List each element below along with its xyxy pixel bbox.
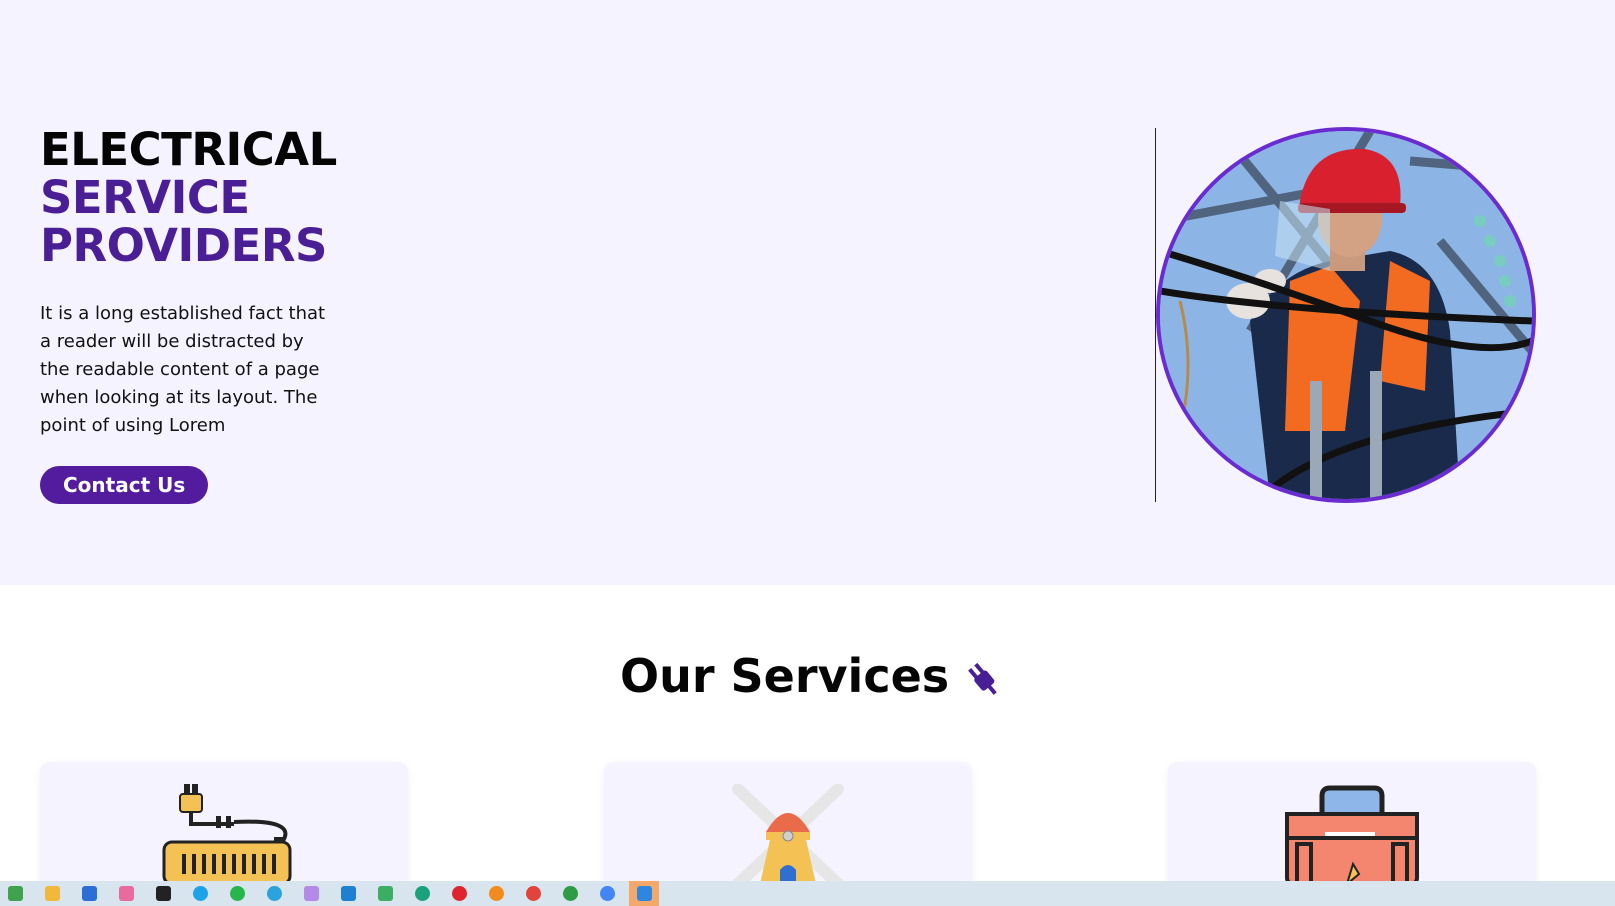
taskbar-chrome-2[interactable] <box>555 881 585 906</box>
app-icon <box>377 886 393 901</box>
app-icon <box>7 886 23 901</box>
plug-icon <box>963 656 1003 696</box>
taskbar <box>0 881 1615 906</box>
taskbar-app-3[interactable] <box>370 881 400 906</box>
taskbar-whatsapp[interactable] <box>222 881 252 906</box>
taskbar-photos[interactable] <box>629 881 659 906</box>
taskbar-edge[interactable] <box>407 881 437 906</box>
hero-title-line-3: PROVIDERS <box>40 219 327 272</box>
windmill-icon <box>728 783 848 890</box>
chrome-icon <box>599 886 615 901</box>
whatsapp-icon <box>229 886 245 901</box>
skype-icon <box>192 886 208 901</box>
toolbox-icon <box>1277 784 1427 888</box>
services-section: Our Services <box>0 585 1615 902</box>
chrome-icon <box>525 886 541 901</box>
taskbar-opera[interactable] <box>444 881 474 906</box>
hero-electrician-image <box>1156 127 1536 503</box>
page: ELECTRICAL SERVICE PROVIDERS It is a lon… <box>0 0 1615 906</box>
taskbar-vscode[interactable] <box>333 881 363 906</box>
paint-icon <box>118 886 134 901</box>
power-strip-icon <box>154 784 294 888</box>
edge-icon <box>414 886 430 901</box>
taskbar-firefox[interactable] <box>481 881 511 906</box>
hero-description: It is a long established fact that a rea… <box>40 303 326 436</box>
hero-title-line-2: SERVICE <box>40 171 250 224</box>
telegram-icon <box>266 886 282 901</box>
taskbar-chrome-3[interactable] <box>592 881 622 906</box>
taskbar-app-1[interactable] <box>0 881 30 906</box>
photos-icon <box>636 886 652 901</box>
services-heading: Our Services <box>620 649 1003 703</box>
taskbar-telegram[interactable] <box>259 881 289 906</box>
taskbar-paint[interactable] <box>111 881 141 906</box>
contact-us-button[interactable]: Contact Us <box>40 466 209 504</box>
taskbar-skype[interactable] <box>185 881 215 906</box>
chrome-icon <box>562 886 578 901</box>
taskbar-security[interactable] <box>148 881 178 906</box>
taskbar-file-explorer[interactable] <box>37 881 67 906</box>
vscode-icon <box>340 886 356 901</box>
app-icon <box>303 886 319 901</box>
taskbar-chrome-1[interactable] <box>518 881 548 906</box>
security-icon <box>155 886 171 901</box>
electrician-illustration <box>1160 131 1532 499</box>
file-explorer-icon <box>44 886 60 901</box>
hero-content: ELECTRICAL SERVICE PROVIDERS It is a lon… <box>40 126 340 504</box>
store-icon <box>81 886 97 901</box>
hero-section: ELECTRICAL SERVICE PROVIDERS It is a lon… <box>0 0 1615 585</box>
firefox-icon <box>488 886 504 901</box>
services-heading-text: Our Services <box>620 649 950 703</box>
hero-title: ELECTRICAL SERVICE PROVIDERS <box>40 126 340 270</box>
opera-icon <box>451 886 467 901</box>
hero-title-line-1: ELECTRICAL <box>40 123 337 176</box>
taskbar-store[interactable] <box>74 881 104 906</box>
taskbar-app-2[interactable] <box>296 881 326 906</box>
